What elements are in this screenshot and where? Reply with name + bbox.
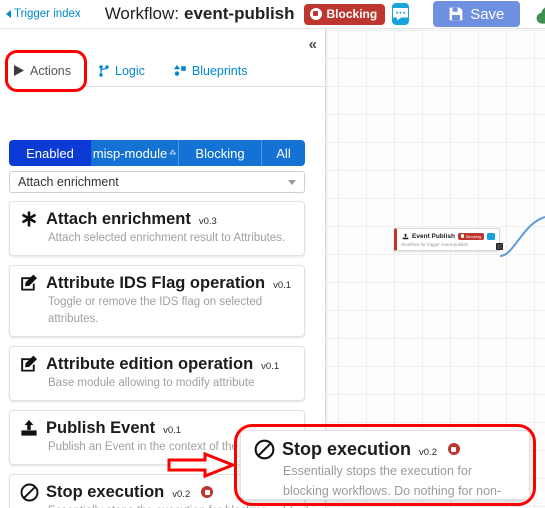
- tab-logic[interactable]: Logic: [85, 55, 159, 86]
- page-title: Workflow: event-publish: [105, 4, 295, 24]
- tab-blueprints-label: Blueprints: [191, 63, 248, 78]
- workflow-name: event-publish: [184, 4, 295, 23]
- module-select-value: Attach enrichment: [18, 175, 119, 189]
- callout-title: Stop execution: [282, 438, 412, 459]
- node-output-port[interactable]: [496, 243, 503, 250]
- status-badge-label: Blocking: [326, 6, 378, 21]
- canvas-node-event-publish[interactable]: Event Publish Blocking Workflow for trig…: [394, 228, 503, 251]
- module-description: Attach selected enrichment result to Att…: [48, 232, 286, 244]
- module-version: v0.2: [172, 489, 191, 500]
- node-connector-wire: [500, 216, 545, 257]
- module-version: v0.3: [198, 216, 217, 227]
- comment-icon[interactable]: [392, 3, 410, 25]
- list-item[interactable]: Attach enrichment v0.3 Attach selected e…: [9, 201, 305, 256]
- module-description: Base module allowing to modify attribute: [48, 377, 255, 389]
- filter-enabled-label: Enabled: [26, 145, 74, 161]
- caret-left-icon: [6, 10, 11, 18]
- top-toolbar: Trigger index Workflow: event-publish Bl…: [0, 0, 545, 29]
- status-badge[interactable]: Blocking: [303, 3, 386, 25]
- tab-actions[interactable]: Actions: [0, 55, 85, 87]
- code-branch-icon: [99, 64, 109, 77]
- chevron-double-left-icon[interactable]: «: [309, 36, 317, 53]
- tab-logic-label: Logic: [115, 63, 145, 78]
- module-title: Attribute IDS Flag operation: [46, 273, 266, 292]
- comment-icon[interactable]: [487, 232, 496, 240]
- magnified-module-callout: Stop execution v0.2 Essentially stops th…: [240, 430, 530, 508]
- save-button[interactable]: Save: [433, 1, 521, 27]
- ban-icon: [253, 438, 275, 460]
- filter-all[interactable]: All: [261, 140, 305, 166]
- list-item[interactable]: Attribute IDS Flag operation v0.1 Toggle…: [9, 265, 305, 337]
- module-version: v0.1: [163, 425, 182, 436]
- sidebar-tabs: Actions Logic Blueprints: [0, 55, 326, 87]
- page-title-prefix: Workflow:: [104, 4, 179, 23]
- filter-misp-module-sup: ⁂: [169, 150, 177, 157]
- ban-icon: [19, 482, 39, 502]
- stop-circle-icon: [460, 234, 465, 238]
- module-version: v0.1: [273, 280, 292, 291]
- filter-all-label: All: [276, 145, 291, 161]
- blocking-indicator-icon: [447, 443, 460, 455]
- upload-icon: [19, 418, 39, 438]
- upload-icon: [401, 232, 409, 240]
- blocking-indicator-icon: [201, 486, 214, 498]
- play-icon: [14, 65, 24, 76]
- module-version: v0.1: [261, 361, 280, 372]
- edit-square-icon: [19, 273, 39, 293]
- filter-misp-module[interactable]: misp-module ⁂: [91, 140, 178, 166]
- tab-blueprints[interactable]: Blueprints: [159, 55, 262, 86]
- callout-description: Essentially stops the execution for bloc…: [283, 464, 502, 508]
- filter-misp-module-label: misp-module: [92, 145, 168, 161]
- edit-square-icon: [19, 354, 39, 374]
- trigger-index-link[interactable]: Trigger index: [6, 8, 81, 20]
- save-to-cloud-button[interactable]: sa: [536, 4, 545, 25]
- module-filter-group: Enabled misp-module ⁂ Blocking All: [9, 140, 305, 166]
- module-title: Publish Event: [46, 418, 156, 437]
- list-item[interactable]: Attribute edition operation v0.1 Base mo…: [9, 346, 305, 401]
- node-title: Event Publish: [412, 232, 455, 240]
- module-title: Attach enrichment: [46, 209, 191, 228]
- filter-blocking[interactable]: Blocking: [178, 140, 261, 166]
- shapes-icon: [173, 65, 186, 76]
- module-title: Stop execution: [46, 482, 165, 501]
- callout-version: v0.2: [419, 447, 437, 458]
- stop-circle-icon: [309, 7, 322, 20]
- cloud-save-icon: [536, 7, 545, 24]
- trigger-index-label: Trigger index: [14, 8, 81, 20]
- asterisk-icon: [19, 209, 39, 229]
- node-blocking-badge: Blocking: [457, 232, 485, 240]
- module-description: Toggle or remove the IDS flag on selecte…: [48, 296, 263, 325]
- module-title: Attribute edition operation: [46, 354, 254, 373]
- module-select[interactable]: Attach enrichment: [9, 171, 305, 193]
- save-button-label: Save: [470, 5, 505, 23]
- filter-blocking-label: Blocking: [195, 145, 245, 161]
- tab-actions-label: Actions: [30, 63, 71, 78]
- chevron-down-icon: [288, 179, 296, 185]
- node-subtitle: Workflow for trigger event-publish: [401, 242, 468, 247]
- app-root: Event Publish Blocking Workflow for trig…: [0, 0, 545, 508]
- node-badge-label: Blocking: [465, 233, 482, 239]
- filter-enabled[interactable]: Enabled: [9, 140, 91, 166]
- floppy-icon: [449, 7, 463, 21]
